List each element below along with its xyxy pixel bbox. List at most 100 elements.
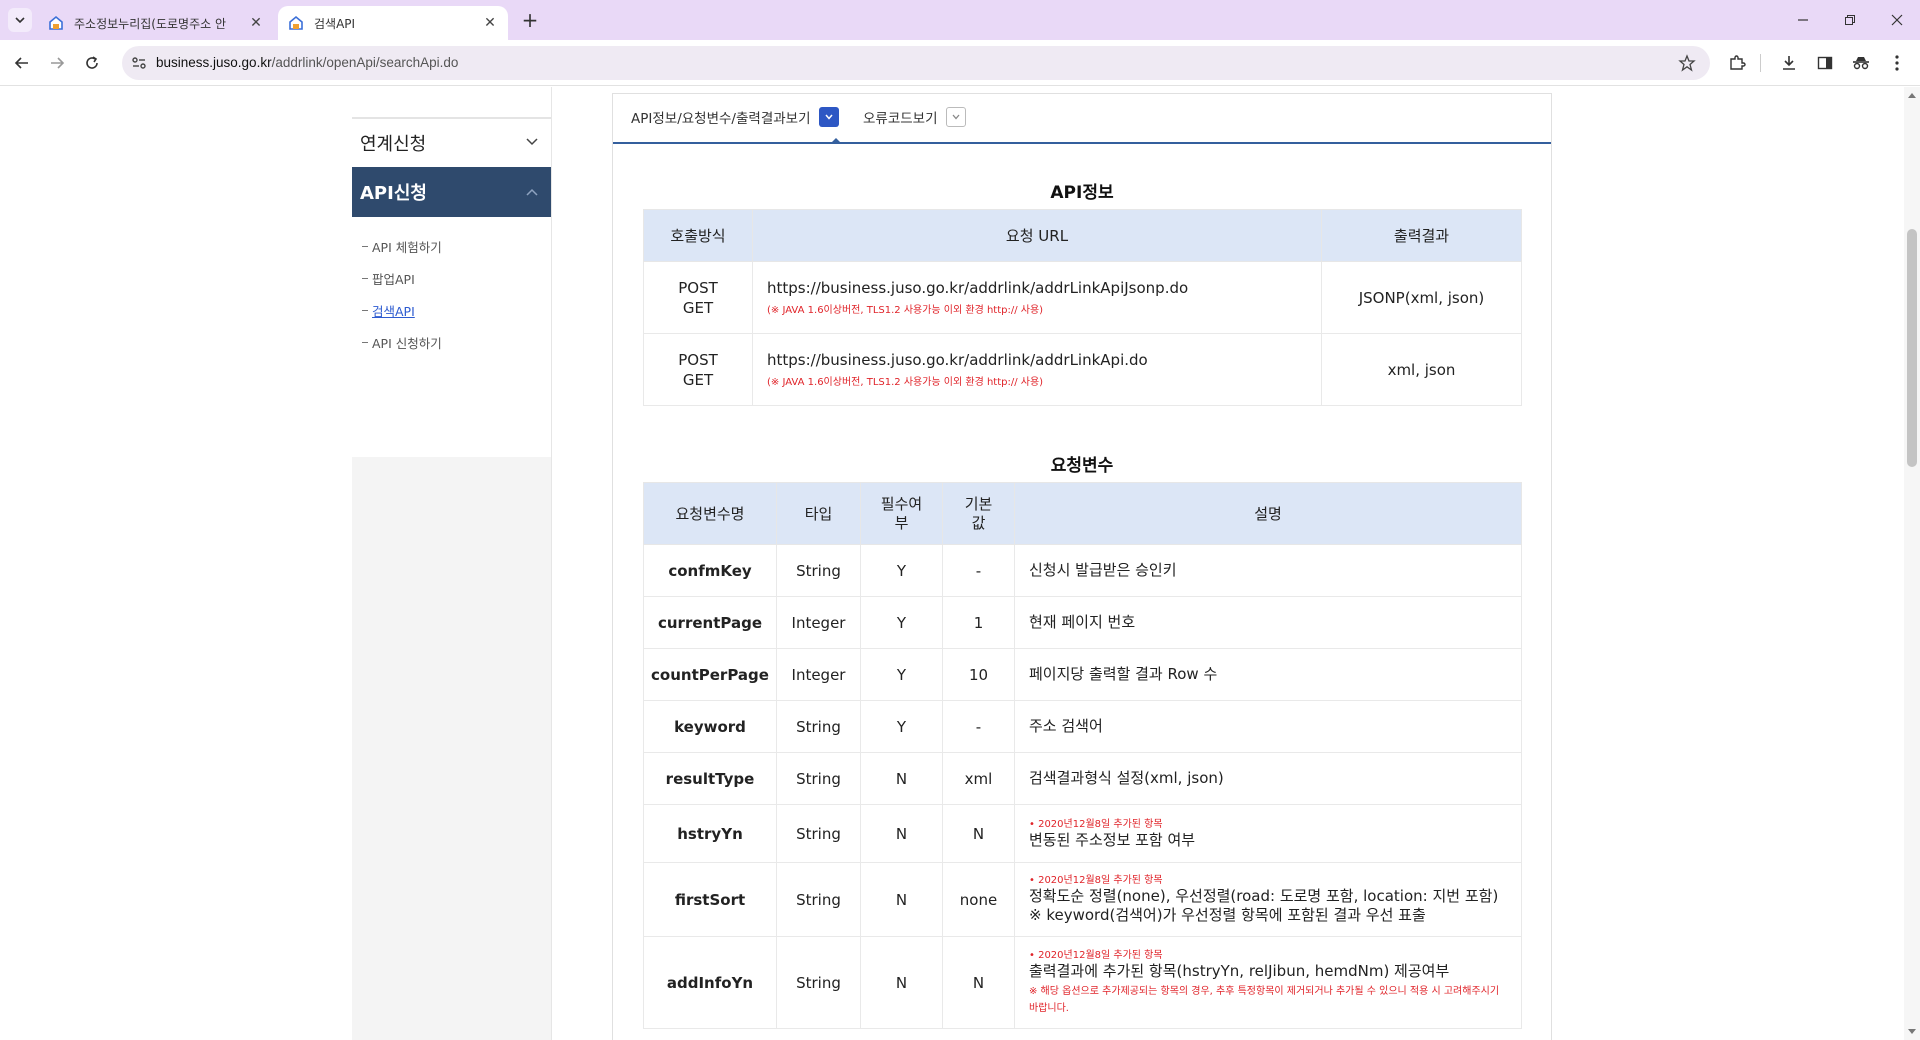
site-favicon-icon <box>49 15 63 30</box>
chevron-down-icon <box>526 138 538 146</box>
left-menu-spacer <box>352 87 551 117</box>
browser-menu-button[interactable] <box>1886 52 1908 74</box>
restore-button[interactable] <box>1827 0 1873 40</box>
method-cell: POST GET <box>643 333 753 406</box>
api-info-table: 호출방식 요청 URL 출력결과 POST GET https://busines… <box>643 209 1522 406</box>
table-row: POST GET https://business.juso.go.kr/addr… <box>643 333 1522 406</box>
tab-search-button[interactable] <box>8 8 32 32</box>
url-cell: https://business.juso.go.kr/addrlink/add… <box>752 333 1322 406</box>
browser-tab-strip: 주소정보누리집(도로명주소 안 ✕ 검색API ✕ + <box>0 0 1920 40</box>
param-type: String <box>776 936 861 1029</box>
bullet-dash <box>362 278 368 279</box>
tab-toggle-button[interactable] <box>818 107 839 127</box>
section-title-api-info: API정보 <box>1050 183 1114 203</box>
forward-button[interactable] <box>45 51 69 75</box>
bullet-dash <box>362 310 368 311</box>
download-icon <box>1783 56 1795 70</box>
content-panel: API정보/요청변수/출력결과보기 오류코드보기 API정보 호출방식 요청 U… <box>612 93 1552 1040</box>
col-header-name: 요청변수명 <box>643 482 777 545</box>
scrollbar-thumb[interactable] <box>1907 229 1917 467</box>
param-default: 10 <box>942 648 1015 701</box>
address-bar[interactable]: business.juso.go.kr/addrlink/openApi/sea… <box>122 46 1710 80</box>
param-desc-cell: 페이지당 출력할 결과 Row 수 <box>1014 648 1522 701</box>
close-window-button[interactable] <box>1874 0 1920 40</box>
side-panel-button[interactable] <box>1814 52 1836 74</box>
menu-item-api-apply[interactable]: API 신청하기 <box>362 333 442 352</box>
close-tab-icon[interactable]: ✕ <box>248 15 264 31</box>
param-name: confmKey <box>643 544 777 597</box>
back-button[interactable] <box>10 51 34 75</box>
reload-button[interactable] <box>80 51 104 75</box>
param-required: N <box>860 862 943 937</box>
menu-item-popup-api[interactable]: 팝업API <box>362 269 415 288</box>
param-desc-cell: 현재 페이지 번호 <box>1014 596 1522 649</box>
tab-error-codes[interactable]: 오류코드보기 <box>863 107 966 127</box>
param-required: Y <box>860 700 943 753</box>
toolbar-divider <box>1760 54 1761 72</box>
chevron-down-icon <box>15 17 25 24</box>
close-icon <box>1891 14 1903 26</box>
param-desc-cell: • 2020년12월8일 추가된 항목 출력결과에 추가된 항목(hstryYn,… <box>1014 936 1522 1029</box>
menu-item-label: API 신청하기 <box>372 336 442 351</box>
page-scrollbar[interactable] <box>1904 87 1920 1040</box>
menu-group-api-apply[interactable]: API신청 <box>352 167 551 217</box>
added-item-note: • 2020년12월8일 추가된 항목 <box>1029 875 1163 886</box>
tab-toggle-button[interactable] <box>945 107 966 127</box>
extensions-button[interactable] <box>1726 52 1748 74</box>
url-cell: https://business.juso.go.kr/addrlink/add… <box>752 261 1322 334</box>
browser-tab-2[interactable]: 검색API ✕ <box>278 6 508 40</box>
param-name: addInfoYn <box>643 936 777 1029</box>
table-row: hstryYn String N N • 2020년12월8일 추가된 항목 변동된 주소… <box>643 804 1522 863</box>
method-post: POST <box>678 350 718 369</box>
menu-group-link-apply[interactable]: 연계신청 <box>352 117 551 167</box>
param-required: Y <box>860 544 943 597</box>
tab-label: API정보/요청변수/출력결과보기 <box>631 111 811 127</box>
table-header-row: 호출방식 요청 URL 출력결과 <box>643 209 1522 262</box>
menu-item-search-api[interactable]: 검색API <box>362 301 415 320</box>
back-arrow-icon <box>14 57 28 69</box>
param-type: String <box>776 752 861 805</box>
param-name: keyword <box>643 700 777 753</box>
col-header-method: 호출방식 <box>643 209 753 262</box>
table-row: countPerPage Integer Y 10 페이지당 출력할 결과 Row 수 <box>643 648 1522 701</box>
scroll-down-arrow-icon[interactable] <box>1908 1029 1916 1034</box>
forward-arrow-icon <box>51 57 65 69</box>
param-description: 신청시 발급받은 승인키 <box>1029 561 1177 579</box>
param-desc-cell: • 2020년12월8일 추가된 항목 정확도순 정렬(none), 우선정렬(r… <box>1014 862 1522 937</box>
menu-submenu: API 체험하기 팝업API 검색API API 신청하기 <box>352 217 551 457</box>
site-info-icon[interactable] <box>130 54 148 72</box>
bullet-dash <box>362 342 368 343</box>
table-row: keyword String Y - 주소 검색어 <box>643 700 1522 753</box>
downloads-button[interactable] <box>1778 52 1800 74</box>
param-description: 출력결과에 추가된 항목(hstryYn, relJibun, hemdNm) … <box>1029 961 1450 980</box>
request-url: https://business.juso.go.kr/addrlink/add… <box>767 279 1189 297</box>
method-cell: POST GET <box>643 261 753 334</box>
param-type: Integer <box>776 596 861 649</box>
profile-button[interactable] <box>1850 52 1872 74</box>
param-description-extra: ※ keyword(검색어)가 우선정렬 항목에 포함된 결과 우선 표출 <box>1029 906 1426 924</box>
param-default: - <box>942 700 1015 753</box>
url-text: business.juso.go.kr/addrlink/openApi/sea… <box>156 55 459 70</box>
menu-item-label: 검색API <box>372 304 415 319</box>
browser-tab-1[interactable]: 주소정보누리집(도로명주소 안 ✕ <box>38 6 274 40</box>
table-row: confmKey String Y - 신청시 발급받은 승인키 <box>643 544 1522 597</box>
new-tab-button[interactable]: + <box>518 8 542 32</box>
menu-item-api-try[interactable]: API 체험하기 <box>362 237 442 256</box>
minimize-button[interactable] <box>1780 0 1826 40</box>
param-name: resultType <box>643 752 777 805</box>
side-panel-icon <box>1817 56 1833 70</box>
close-tab-icon[interactable]: ✕ <box>482 15 498 31</box>
left-menu: 연계신청 API신청 API 체험하기 팝업API 검색API API 신청하기 <box>352 87 551 1040</box>
table-row: currentPage Integer Y 1 현재 페이지 번호 <box>643 596 1522 649</box>
bookmark-star-icon[interactable] <box>1678 54 1696 72</box>
col-header-desc: 설명 <box>1014 482 1522 545</box>
method-get: GET <box>682 370 714 389</box>
incognito-icon <box>1853 57 1869 70</box>
scroll-up-arrow-icon[interactable] <box>1908 93 1916 98</box>
param-type: String <box>776 862 861 937</box>
output-cell: xml, json <box>1321 333 1522 406</box>
menu-item-label: API 체험하기 <box>372 240 442 255</box>
tab-label: 오류코드보기 <box>863 111 938 127</box>
param-default: - <box>942 544 1015 597</box>
tab-api-info[interactable]: API정보/요청변수/출력결과보기 <box>631 107 839 127</box>
